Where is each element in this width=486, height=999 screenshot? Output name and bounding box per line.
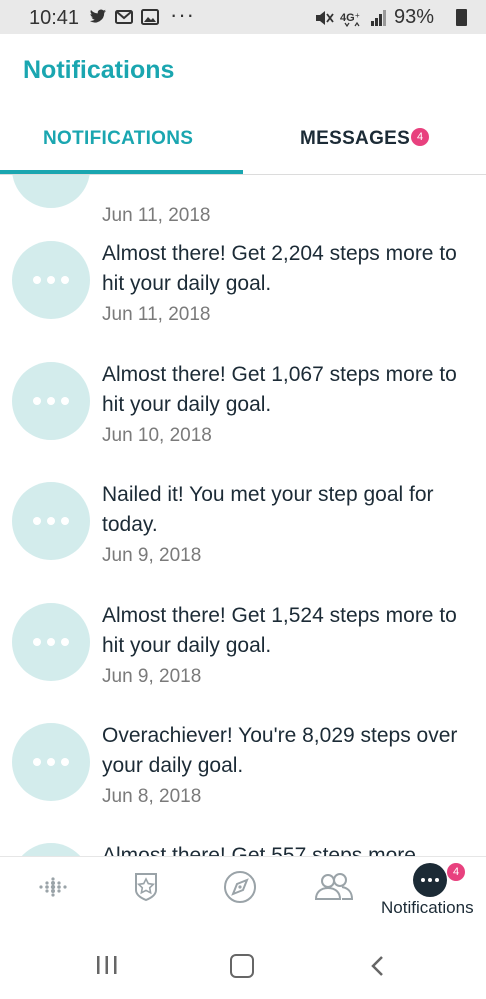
- notification-text: Almost there! Get 557 steps more: [102, 844, 416, 856]
- more-icon: [12, 241, 90, 319]
- signal-bars-icon: [370, 9, 386, 26]
- more-icon: [12, 723, 90, 801]
- battery-percent: 93%: [393, 6, 434, 28]
- mute-icon: [315, 10, 334, 25]
- notification-avatar: [12, 723, 90, 801]
- notification-date: Jun 11, 2018: [102, 205, 211, 226]
- notification-text: Nailed it! You met your step goal for to…: [102, 483, 434, 536]
- notification-text: Almost there! Get 2,204 steps more to hi…: [102, 242, 457, 295]
- more-icon: [12, 603, 90, 681]
- notifications-icon[interactable]: [413, 863, 447, 897]
- notification-avatar: [12, 241, 90, 319]
- more-notifications-dots: ···: [170, 2, 195, 27]
- system-nav-bar: [0, 926, 486, 999]
- notification-date: Jun 9, 2018: [102, 545, 202, 566]
- svg-text:4G: 4G: [340, 12, 355, 24]
- more-icon: [12, 362, 90, 440]
- notification-avatar: [12, 482, 90, 560]
- notification-avatar: [12, 843, 90, 856]
- notification-text: Overachiever! You're 8,029 steps over yo…: [102, 724, 458, 777]
- today-icon[interactable]: [35, 869, 71, 905]
- nav-label-notifications[interactable]: Notifications: [381, 898, 474, 918]
- gallery-icon: [141, 9, 159, 25]
- recents-icon[interactable]: [95, 955, 119, 975]
- notification-date: Jun 10, 2018: [102, 425, 212, 446]
- home-icon[interactable]: [230, 954, 254, 978]
- tab-messages[interactable]: MESSAGES: [300, 128, 410, 150]
- messages-count-badge: 4: [411, 128, 429, 146]
- notification-avatar: [12, 603, 90, 681]
- back-icon[interactable]: [370, 955, 384, 977]
- notification-date: Jun 11, 2018: [102, 304, 211, 325]
- page-title: Notifications: [23, 56, 175, 84]
- notification-avatar: [12, 175, 90, 208]
- notifications-count-badge: 4: [447, 863, 465, 881]
- battery-icon: [456, 9, 467, 26]
- community-icon[interactable]: [313, 869, 355, 905]
- notification-text: Almost there! Get 1,067 steps more to hi…: [102, 363, 457, 416]
- svg-text:+: +: [355, 11, 360, 20]
- notification-date: Jun 9, 2018: [102, 666, 202, 687]
- tab-notifications[interactable]: NOTIFICATIONS: [43, 128, 193, 150]
- active-tab-indicator: [0, 170, 243, 174]
- gmail-icon: [115, 10, 133, 24]
- badges-icon[interactable]: [128, 869, 164, 905]
- status-time: 10:41: [29, 7, 80, 29]
- notification-avatar: [12, 362, 90, 440]
- notification-date: Jun 8, 2018: [102, 786, 202, 807]
- status-notification-icons: [89, 9, 159, 25]
- signal-4g-icon: 4G +: [340, 11, 360, 27]
- status-system-icons: 4G + 93%: [314, 6, 452, 29]
- discover-icon[interactable]: [222, 869, 258, 905]
- app-header: Notifications: [0, 34, 486, 106]
- status-bar: 10:41 ··· 4G + 93%: [0, 0, 486, 34]
- notification-text: Almost there! Get 1,524 steps more to hi…: [102, 604, 457, 657]
- twitter-icon: [89, 9, 106, 23]
- bottom-nav: 4 Notifications: [0, 856, 486, 927]
- more-icon: [12, 482, 90, 560]
- notification-list[interactable]: Jun 11, 2018 Almost there! Get 2,204 ste…: [0, 175, 486, 856]
